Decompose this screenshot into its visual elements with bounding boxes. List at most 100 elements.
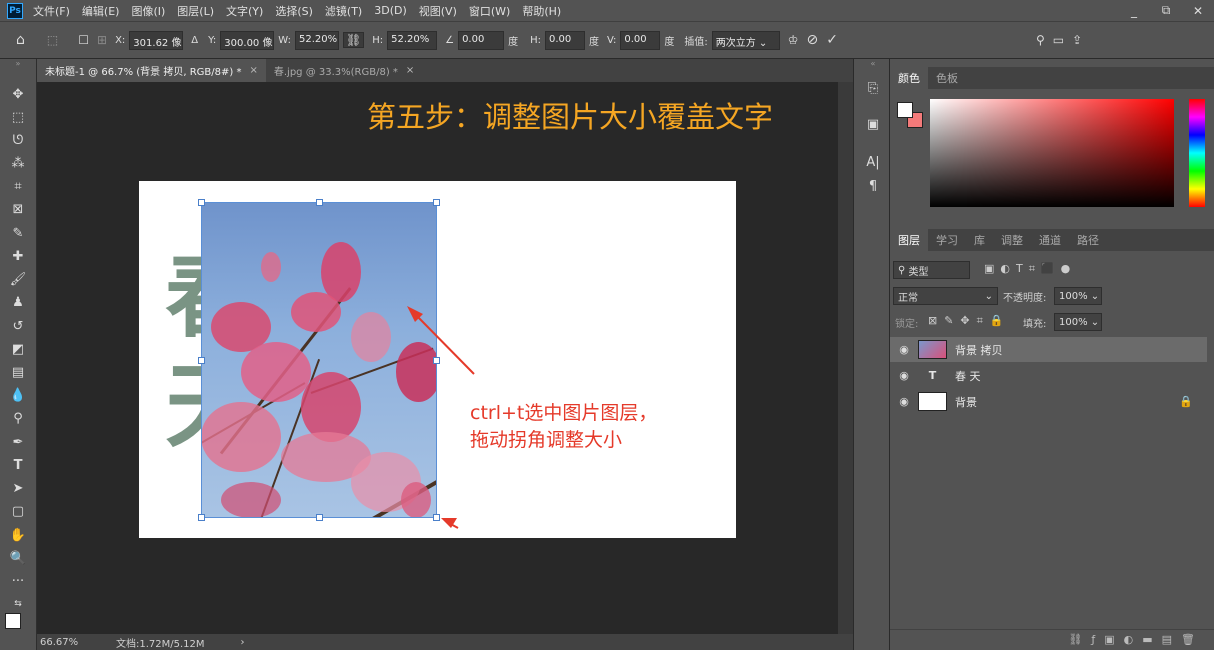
tab-color[interactable]: 颜色: [890, 67, 928, 89]
interpolation-select[interactable]: 两次立方 ⌄: [711, 30, 780, 50]
collapse-icon[interactable]: «: [863, 59, 883, 68]
cancel-transform-icon[interactable]: ⊘: [807, 32, 819, 48]
layer-row-background[interactable]: ◉ 背景 🔒: [890, 389, 1207, 414]
hskew-field[interactable]: 0.00: [544, 30, 585, 50]
menu-bar: Ps 文件(F) 编辑(E) 图像(I) 图层(L) 文字(Y) 选择(S) 滤…: [0, 0, 1214, 21]
search-icon[interactable]: ⚲: [1036, 33, 1045, 47]
layer-filter-icons[interactable]: ▣◐T⌗⬛●: [984, 262, 1076, 276]
layer-action-icons[interactable]: ⛓ƒ▣◐▬▤🗑: [1068, 633, 1204, 646]
interpolation-value: 两次立方: [715, 37, 756, 49]
color-picker-field[interactable]: [930, 99, 1174, 207]
lock-icons[interactable]: ⊠✎✥⌗🔒: [928, 314, 1011, 328]
visibility-eye-icon[interactable]: ◉: [890, 343, 918, 356]
menu-select[interactable]: 选择(S): [275, 3, 313, 19]
hand-tool-icon[interactable]: ✋: [6, 525, 30, 545]
move-tool-icon[interactable]: ✥: [6, 84, 30, 104]
history-brush-tool-icon[interactable]: ↺: [6, 316, 30, 336]
share-icon[interactable]: ⇪: [1072, 33, 1082, 47]
paragraph-panel-icon[interactable]: ¶: [863, 177, 883, 195]
menu-layer[interactable]: 图层(L): [177, 3, 214, 19]
stamp-tool-icon[interactable]: ♟: [6, 292, 30, 312]
blur-tool-icon[interactable]: 💧: [6, 385, 30, 405]
commit-transform-icon[interactable]: ✓: [826, 32, 838, 48]
more-tools-icon[interactable]: ···: [6, 571, 30, 591]
visibility-eye-icon[interactable]: ◉: [890, 369, 918, 382]
menu-edit[interactable]: 编辑(E): [82, 3, 120, 19]
path-selection-tool-icon[interactable]: ➤: [6, 478, 30, 498]
vskew-field[interactable]: 0.00: [620, 30, 661, 50]
angle-field[interactable]: 0.00: [458, 30, 505, 50]
menu-window[interactable]: 窗口(W): [469, 3, 510, 19]
home-icon[interactable]: ⌂: [16, 32, 25, 48]
link-icon[interactable]: ⛓: [342, 32, 365, 48]
fill-field[interactable]: 100% ⌄: [1054, 313, 1102, 331]
menu-file[interactable]: 文件(F): [33, 3, 70, 19]
shape-tool-icon[interactable]: ▢: [6, 501, 30, 521]
foreground-color-swatch[interactable]: [897, 102, 913, 118]
character-panel-icon[interactable]: A|: [863, 153, 883, 171]
tab-adjustments[interactable]: 调整: [993, 229, 1031, 251]
reference-grid-icon[interactable]: ⊞: [97, 33, 107, 47]
reference-checkbox[interactable]: ☐: [78, 33, 89, 47]
tab-channels[interactable]: 通道: [1031, 229, 1069, 251]
canvas-area[interactable]: 第五步：调整图片大小覆盖文字 春天: [37, 82, 853, 634]
x-position-field[interactable]: 301.62 像素: [129, 30, 184, 50]
eyedropper-tool-icon[interactable]: ✎: [6, 223, 30, 243]
menu-help[interactable]: 帮助(H): [522, 3, 561, 19]
zoom-tool-icon[interactable]: 🔍: [6, 548, 30, 568]
y-position-field[interactable]: 300.00 像素: [220, 30, 275, 50]
status-menu-arrow[interactable]: ›: [241, 637, 245, 648]
menu-view[interactable]: 视图(V): [419, 3, 457, 19]
blend-mode-select[interactable]: 正常 ⌄: [893, 287, 998, 305]
close-icon[interactable]: ×: [406, 65, 414, 76]
zoom-level[interactable]: 66.67%: [40, 637, 100, 648]
tab-libraries[interactable]: 库: [966, 229, 993, 251]
tab-swatches[interactable]: 色板: [928, 67, 966, 89]
properties-panel-icon[interactable]: ▣: [863, 115, 883, 133]
tab-paths[interactable]: 路径: [1069, 229, 1107, 251]
hue-slider[interactable]: [1189, 99, 1205, 207]
reference-point-icon[interactable]: ⬚: [47, 33, 58, 47]
magic-wand-tool-icon[interactable]: ⁂: [6, 153, 30, 173]
close-icon[interactable]: ×: [249, 65, 257, 76]
document-tabs: 未标题-1 @ 66.7% (背景 拷贝, RGB/8#) * × 春.jpg …: [37, 59, 853, 82]
healing-brush-tool-icon[interactable]: ✚: [6, 246, 30, 266]
menu-image[interactable]: 图像(I): [131, 3, 165, 19]
swap-colors-icon[interactable]: ⇆: [6, 594, 30, 614]
opacity-field[interactable]: 100% ⌄: [1054, 287, 1102, 305]
workspace-icon[interactable]: ▭: [1053, 33, 1064, 47]
eraser-tool-icon[interactable]: ◩: [6, 339, 30, 359]
menu-filter[interactable]: 滤镜(T): [325, 3, 362, 19]
close-button[interactable]: ✕: [1182, 0, 1214, 21]
layer-filter-select[interactable]: ⚲ 类型: [893, 261, 970, 279]
minimize-button[interactable]: _: [1118, 0, 1150, 21]
dodge-tool-icon[interactable]: ⚲: [6, 408, 30, 428]
layers-panel-tabs: 图层 学习 库 调整 通道 路径: [890, 229, 1214, 251]
frame-tool-icon[interactable]: ⊠: [6, 199, 30, 219]
tab-untitled-1[interactable]: 未标题-1 @ 66.7% (背景 拷贝, RGB/8#) * ×: [37, 59, 266, 82]
restore-button[interactable]: ⧉: [1150, 0, 1182, 21]
layer-row-text[interactable]: ◉ T 春 天: [890, 363, 1207, 388]
history-panel-icon[interactable]: ⎘: [863, 79, 883, 97]
type-tool-icon[interactable]: T: [6, 455, 30, 475]
layer-row-background-copy[interactable]: ◉ 背景 拷贝: [890, 337, 1207, 362]
marquee-tool-icon[interactable]: ⬚: [6, 107, 30, 127]
lasso-tool-icon[interactable]: ᘎ: [6, 130, 30, 150]
gradient-tool-icon[interactable]: ▤: [6, 362, 30, 382]
foreground-color-swatch[interactable]: [5, 613, 21, 629]
tab-learn[interactable]: 学习: [928, 229, 966, 251]
warp-icon[interactable]: ♔: [788, 33, 799, 47]
width-field[interactable]: 52.20%: [294, 30, 339, 50]
delta-icon[interactable]: Δ: [191, 35, 198, 46]
pen-tool-icon[interactable]: ✒: [6, 432, 30, 452]
tab-layers[interactable]: 图层: [890, 229, 928, 251]
height-field[interactable]: 52.20%: [387, 30, 438, 50]
menu-type[interactable]: 文字(Y): [226, 3, 263, 19]
visibility-eye-icon[interactable]: ◉: [890, 395, 918, 408]
crop-tool-icon[interactable]: ⌗: [6, 176, 30, 196]
brush-tool-icon[interactable]: 🖌: [6, 269, 30, 289]
vertical-scrollbar[interactable]: [838, 82, 853, 634]
collapse-icon[interactable]: »: [6, 59, 30, 68]
menu-3d[interactable]: 3D(D): [374, 4, 407, 17]
tab-spring-jpg[interactable]: 春.jpg @ 33.3%(RGB/8) * ×: [266, 59, 422, 82]
